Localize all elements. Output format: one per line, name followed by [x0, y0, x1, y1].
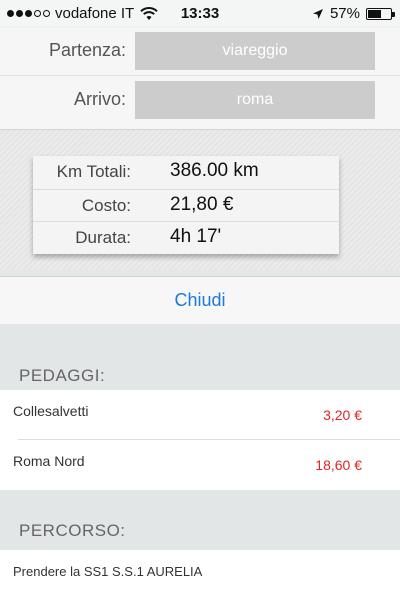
battery-fill	[368, 9, 381, 18]
route-step[interactable]: Prendere la SS1 S.S.1 AURELIA	[13, 564, 202, 579]
summary-area: Km Totali: 386.00 km Costo: 21,80 € Dura…	[0, 130, 400, 270]
battery-tip	[392, 11, 395, 17]
tolls-section-header: PEDAGGI:	[0, 324, 400, 390]
toll-name: Roma Nord	[13, 453, 85, 469]
total-km-value: 386.00 km	[170, 160, 259, 181]
total-km-row: Km Totali: 386.00 km	[33, 156, 339, 188]
toll-price: 3,20 €	[323, 407, 362, 423]
cost-value: 21,80 €	[170, 194, 234, 215]
toll-name: Collesalvetti	[13, 403, 89, 419]
status-bar-right: 57%	[312, 5, 395, 22]
location-arrow-icon	[312, 8, 323, 19]
tolls-list: Collesalvetti 3,20 € Roma Nord 18,60 €	[0, 390, 400, 490]
arrival-label: Arrivo:	[73, 89, 126, 109]
list-item[interactable]: Roma Nord 18,60 €	[0, 440, 400, 490]
tolls-header-label: PEDAGGI:	[19, 366, 106, 385]
battery-percent: 57%	[329, 5, 360, 22]
duration-label: Durata:	[75, 228, 131, 247]
total-km-label: Km Totali:	[56, 162, 131, 181]
status-bar: vodafone IT 13:33 57%	[0, 0, 400, 28]
duration-row: Durata: 4h 17'	[33, 221, 339, 253]
list-item[interactable]: Collesalvetti 3,20 €	[0, 390, 400, 440]
route-header-label: PERCORSO:	[19, 521, 126, 540]
battery-icon	[366, 7, 395, 20]
cost-label: Costo:	[81, 196, 131, 215]
arrival-field[interactable]: roma	[135, 81, 375, 119]
close-button[interactable]: Chiudi	[0, 276, 400, 324]
arrival-row: Arrivo: roma	[0, 77, 400, 125]
departure-field[interactable]: viareggio	[135, 32, 375, 70]
departure-label: Partenza:	[48, 40, 126, 60]
duration-value: 4h 17'	[170, 226, 222, 247]
cost-row: Costo: 21,80 €	[33, 189, 339, 221]
route-list: Prendere la SS1 S.S.1 AURELIA	[0, 550, 400, 600]
departure-row: Partenza: viareggio	[0, 28, 400, 76]
toll-price: 18,60 €	[315, 457, 362, 473]
route-section-header: PERCORSO:	[0, 490, 400, 550]
summary-card: Km Totali: 386.00 km Costo: 21,80 € Dura…	[33, 156, 339, 254]
route-form: Partenza: viareggio Arrivo: roma	[0, 28, 400, 130]
